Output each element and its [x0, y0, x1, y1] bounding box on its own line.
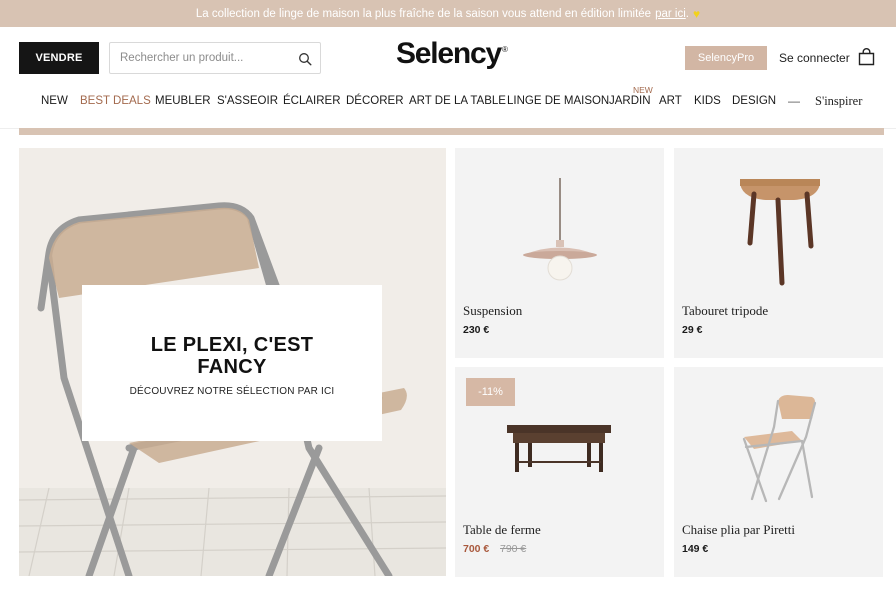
product-price: 149 € — [682, 543, 709, 555]
nav-jardin[interactable]: JARDIN — [609, 95, 651, 107]
discount-badge: -11% — [466, 378, 515, 406]
product-card-table-de-ferme[interactable]: -11% Table de ferme 700 € 790 € — [455, 367, 664, 577]
heart-icon: ♥ — [692, 6, 701, 21]
nav-design[interactable]: DESIGN — [732, 95, 776, 107]
product-name: Chaise plia par Piretti — [682, 522, 796, 537]
accent-bar — [19, 128, 884, 135]
nav-new[interactable]: NEW — [41, 95, 68, 107]
nav-best-deals[interactable]: BEST DEALS — [80, 95, 151, 107]
promo-period: . — [685, 7, 689, 20]
logo-registered-mark: ® — [502, 45, 508, 54]
plia-chair-image — [742, 395, 817, 503]
nav-linge-de-maison[interactable]: LINGE DE MAISON — [507, 95, 609, 107]
nav-jardin-new-badge: NEW — [633, 85, 653, 95]
nav-separator: — — [788, 94, 800, 108]
product-sale-price: 700 € — [463, 543, 490, 555]
selency-pro-button[interactable]: SelencyPro — [685, 46, 767, 70]
tripod-stool-image — [740, 179, 820, 286]
product-name: Tabouret tripode — [682, 303, 769, 318]
nav-s-inspirer[interactable]: S'inspirer — [815, 94, 862, 109]
nav-kids[interactable]: KIDS — [694, 95, 721, 107]
search-input[interactable] — [120, 52, 290, 64]
product-price: 230 € — [463, 324, 490, 336]
product-price: 29 € — [682, 324, 703, 336]
promo-text: La collection de linge de maison la plus… — [195, 7, 652, 20]
product-card-chaise-plia[interactable]: Chaise plia par Piretti 149 € — [674, 367, 883, 577]
pendant-lamp-image — [523, 178, 597, 281]
login-link[interactable]: Se connecter — [779, 51, 850, 65]
product-card-suspension[interactable]: Suspension 230 € — [455, 148, 664, 358]
nav-eclairer[interactable]: ÉCLAIRER — [283, 95, 341, 107]
hero-title: LE PLEXI, C'EST FANCY — [150, 333, 314, 378]
hero-banner[interactable]: LE PLEXI, C'EST FANCY DÉCOUVREZ NOTRE SÉ… — [19, 148, 446, 576]
product-name: Table de ferme — [463, 522, 541, 537]
nav-art-de-la-table[interactable]: ART DE LA TABLE — [409, 95, 506, 107]
hero-text-card: LE PLEXI, C'EST FANCY DÉCOUVREZ NOTRE SÉ… — [82, 285, 382, 441]
main-nav: NEW BEST DEALS MEUBLER S'ASSEOIR ÉCLAIRE… — [0, 85, 896, 112]
hero-subtitle[interactable]: DÉCOUVREZ NOTRE SÉLECTION PAR ICI — [130, 386, 335, 397]
nav-s-asseoir[interactable]: S'ASSEOIR — [217, 95, 278, 107]
product-name: Suspension — [463, 303, 523, 318]
nav-decorer[interactable]: DÉCORER — [346, 95, 404, 107]
search-icon[interactable] — [298, 52, 312, 66]
product-old-price: 790 € — [500, 543, 527, 555]
product-card-tabouret-tripode[interactable]: Tabouret tripode 29 € — [674, 148, 883, 358]
promo-banner: La collection de linge de maison la plus… — [0, 0, 896, 27]
logo-text: Selency — [396, 37, 502, 70]
search-bar — [109, 42, 321, 74]
nav-meubler[interactable]: MEUBLER — [155, 95, 211, 107]
logo[interactable]: Selency ® — [396, 37, 508, 71]
shopping-bag-icon[interactable] — [858, 48, 875, 66]
nav-art[interactable]: ART — [659, 95, 682, 107]
promo-link[interactable]: par ici — [655, 8, 686, 20]
sell-button[interactable]: VENDRE — [19, 42, 99, 74]
